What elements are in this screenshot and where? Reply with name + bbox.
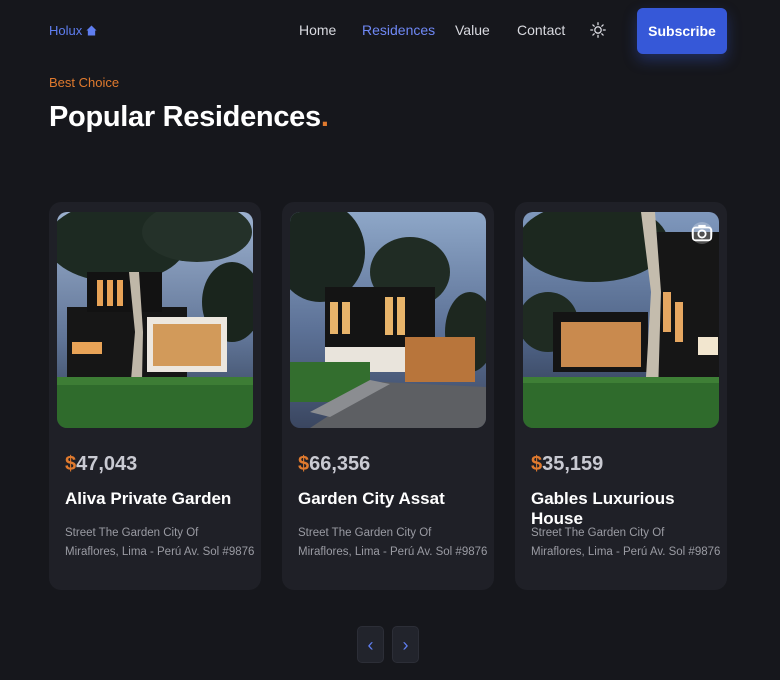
section-title-text: Popular Residences — [49, 101, 321, 133]
sun-icon[interactable] — [590, 22, 606, 38]
price-value: 66,356 — [309, 453, 371, 475]
nav-residences[interactable]: Residences — [362, 22, 435, 38]
residence-card[interactable]: $35,159 Gables Luxurious House Street Th… — [515, 202, 727, 590]
nav-value[interactable]: Value — [455, 22, 490, 38]
residence-photo — [57, 212, 253, 428]
currency-symbol: $ — [65, 453, 77, 475]
chevron-left-icon: ‹ — [367, 634, 374, 655]
residence-card[interactable]: $47,043 Aliva Private Garden Street The … — [49, 202, 261, 590]
section-subtitle: Best Choice — [49, 75, 120, 90]
chevron-right-icon: › — [402, 634, 409, 655]
subscribe-button[interactable]: Subscribe — [637, 8, 727, 54]
prev-button[interactable]: ‹ — [357, 626, 384, 663]
residence-name: Aliva Private Garden — [65, 489, 232, 508]
next-button[interactable]: › — [392, 626, 419, 663]
price: $35,159 — [531, 453, 603, 476]
currency-symbol: $ — [298, 453, 310, 475]
residence-card[interactable]: $66,356 Garden City Assat Street The Gar… — [282, 202, 494, 590]
price-value: 47,043 — [76, 453, 138, 475]
camera-icon[interactable] — [691, 222, 713, 244]
nav-home[interactable]: Home — [299, 22, 336, 38]
nav-contact[interactable]: Contact — [517, 22, 565, 38]
residence-address: Street The Garden City Of Miraflores, Li… — [65, 527, 255, 558]
section-title: Popular Residences. — [49, 101, 329, 134]
residence-address: Street The Garden City Of Miraflores, Li… — [531, 527, 721, 558]
residence-photo — [290, 212, 486, 428]
residence-name: Gables Luxurious House — [531, 489, 675, 528]
price-value: 35,159 — [542, 453, 604, 475]
price: $66,356 — [298, 453, 370, 476]
price: $47,043 — [65, 453, 137, 476]
currency-symbol: $ — [531, 453, 543, 475]
title-dot: . — [320, 101, 329, 133]
residence-name: Garden City Assat — [298, 489, 445, 508]
residence-address: Street The Garden City Of Miraflores, Li… — [298, 527, 488, 558]
residence-photo — [523, 212, 719, 428]
site-header: Holux Home Residences Value Contact Subs… — [0, 0, 780, 64]
